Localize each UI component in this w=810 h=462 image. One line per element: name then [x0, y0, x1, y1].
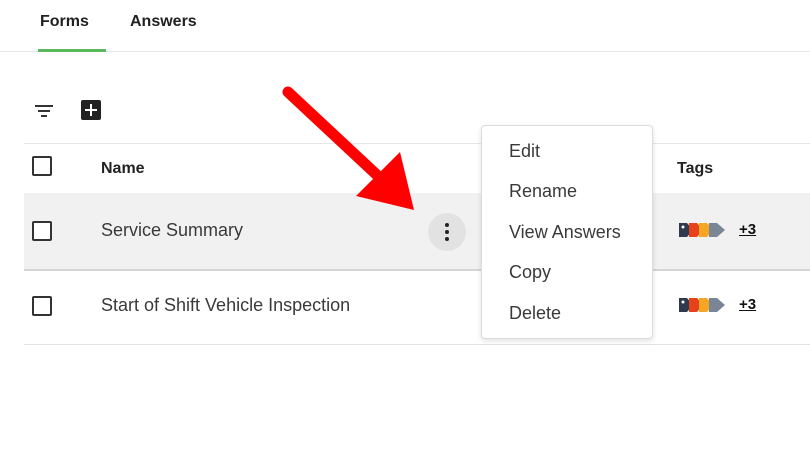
filter-icon[interactable]: [33, 100, 55, 122]
table-row[interactable]: Service Summary +3: [24, 193, 810, 271]
tab-answers-label: Answers: [130, 13, 197, 30]
tag-icon-group: [679, 298, 725, 312]
tab-answers[interactable]: Answers: [130, 0, 197, 51]
tab-forms-label: Forms: [40, 13, 89, 30]
menu-item-copy[interactable]: Copy: [509, 262, 551, 283]
menu-item-delete[interactable]: Delete: [509, 303, 561, 324]
row-checkbox[interactable]: [32, 221, 52, 241]
menu-item-edit[interactable]: Edit: [509, 141, 540, 162]
tag-icons: [677, 219, 733, 241]
menu-item-rename[interactable]: Rename: [509, 181, 577, 202]
tab-forms[interactable]: Forms: [38, 0, 106, 52]
select-all-checkbox[interactable]: [32, 156, 52, 176]
column-header-tags: Tags: [677, 160, 714, 177]
column-header-name: Name: [101, 160, 145, 177]
table-row[interactable]: Start of Shift Vehicle Inspection +3: [24, 271, 810, 345]
form-name[interactable]: Start of Shift Vehicle Inspection: [101, 295, 350, 316]
form-name[interactable]: Service Summary: [101, 220, 243, 241]
tab-bar: Forms Answers: [0, 0, 810, 52]
context-menu: Edit Rename View Answers Copy Delete: [481, 125, 653, 339]
add-box-icon[interactable]: [80, 99, 102, 121]
row-checkbox[interactable]: [32, 296, 52, 316]
tag-icons: [677, 294, 733, 316]
more-actions-icon[interactable]: [428, 213, 466, 251]
active-tab-indicator: [38, 49, 106, 52]
menu-item-view-answers[interactable]: View Answers: [509, 222, 621, 243]
tag-icon-group: [679, 223, 725, 237]
more-tags-link[interactable]: +3: [739, 221, 756, 238]
more-tags-link[interactable]: +3: [739, 296, 756, 313]
table-header: Name Tags: [24, 143, 810, 194]
